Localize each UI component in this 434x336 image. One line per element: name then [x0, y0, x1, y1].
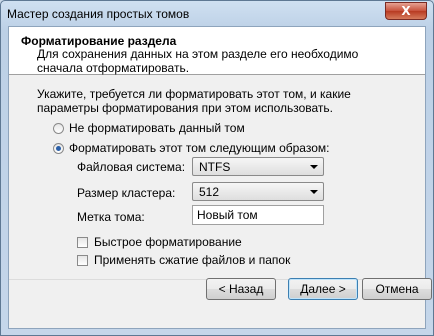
- back-button[interactable]: < Назад: [206, 278, 276, 300]
- dropdown-arrow-icon: [310, 190, 318, 194]
- page-title: Форматирование раздела: [21, 34, 177, 48]
- cluster-value: 512: [199, 185, 220, 199]
- no-format-label: Не форматировать данный том: [69, 121, 245, 135]
- filesystem-value: NTFS: [199, 160, 231, 174]
- dropdown-arrow-icon: [310, 165, 318, 169]
- title-bar: Мастер создания простых томов X: [1, 1, 433, 27]
- instructions-text: Укажите, требуется ли форматировать этот…: [37, 87, 351, 115]
- compression-option[interactable]: Применять сжатие файлов и папок: [77, 253, 290, 267]
- quick-format-label: Быстрое форматирование: [94, 235, 242, 249]
- cluster-size-select[interactable]: 512: [192, 182, 324, 201]
- no-format-option[interactable]: Не форматировать данный том: [53, 121, 245, 135]
- cancel-button[interactable]: Отмена: [362, 278, 432, 300]
- format-label: Форматировать этот том следующим образом…: [69, 141, 330, 155]
- quick-format-option[interactable]: Быстрое форматирование: [77, 235, 242, 249]
- close-icon: X: [401, 4, 411, 18]
- wizard-header: Форматирование раздела Для сохранения да…: [9, 27, 425, 75]
- filesystem-select[interactable]: NTFS: [192, 157, 324, 176]
- volume-label-label: Метка тома:: [77, 210, 145, 224]
- close-button[interactable]: X: [385, 2, 427, 20]
- format-radio[interactable]: [53, 142, 64, 154]
- page-description: Для сохранения данных на этом разделе ег…: [37, 47, 359, 75]
- cluster-label: Размер кластера:: [77, 186, 176, 200]
- wizard-window: Мастер создания простых томов X Форматир…: [0, 0, 434, 336]
- no-format-radio[interactable]: [53, 122, 64, 134]
- window-title: Мастер создания простых томов: [7, 7, 190, 21]
- compression-checkbox[interactable]: [77, 254, 88, 266]
- next-button[interactable]: Далее >: [288, 278, 358, 300]
- volume-label-value: Новый том: [197, 208, 258, 222]
- quick-format-checkbox[interactable]: [77, 236, 88, 248]
- volume-label-input[interactable]: Новый том: [192, 205, 324, 225]
- format-option[interactable]: Форматировать этот том следующим образом…: [53, 141, 329, 155]
- filesystem-label: Файловая система:: [77, 160, 186, 174]
- compression-label: Применять сжатие файлов и папок: [94, 253, 291, 267]
